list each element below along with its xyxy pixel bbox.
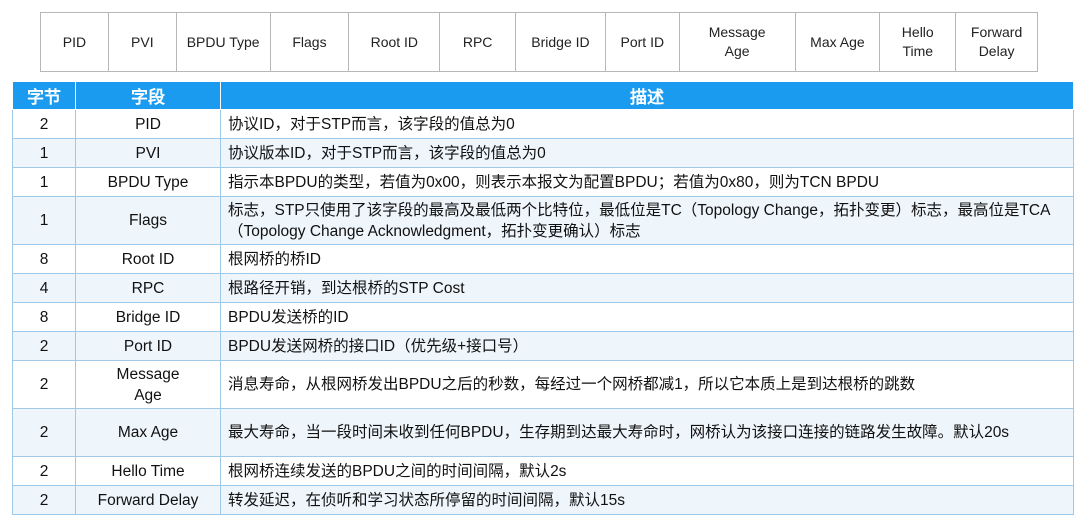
cell-description: 转发延迟，在侦听和学习状态所停留的时间间隔，默认15s: [220, 485, 1074, 515]
strip-field-flags: Flags: [271, 13, 350, 71]
cell-bytes: 1: [12, 138, 76, 168]
cell-description: 根网桥的桥ID: [220, 244, 1074, 274]
table-row: 2 Hello Time 根网桥连续发送的BPDU之间的时间间隔，默认2s: [12, 456, 1074, 486]
cell-field: Hello Time: [75, 456, 221, 486]
cell-description: 最大寿命，当一段时间未收到任何BPDU，生存期到达最大寿命时，网桥认为该接口连接…: [220, 408, 1074, 457]
cell-field: Bridge ID: [75, 302, 221, 332]
table-header-row: 字节 字段 描述: [12, 81, 1074, 110]
header-bytes: 字节: [12, 81, 76, 110]
cell-field: Message Age: [75, 360, 221, 409]
strip-field-forward-delay: Forward Delay: [970, 24, 1023, 59]
cell-bytes: 4: [12, 273, 76, 303]
cell-field: PVI: [75, 138, 221, 168]
table-row: 1 BPDU Type 指示本BPDU的类型，若值为0x00，则表示本报文为配置…: [12, 167, 1074, 197]
cell-description: 指示本BPDU的类型，若值为0x00，则表示本报文为配置BPDU；若值为0x80…: [220, 167, 1074, 197]
strip-field-bpdu-type: BPDU Type: [177, 13, 271, 71]
cell-field: Max Age: [75, 408, 221, 457]
cell-description: 根路径开销，到达根桥的STP Cost: [220, 273, 1074, 303]
cell-description: 标志，STP只使用了该字段的最高及最低两个比特位，最低位是TC（Topology…: [220, 196, 1074, 245]
strip-field-root-id: Root ID: [349, 13, 441, 71]
table-row: 4 RPC 根路径开销，到达根桥的STP Cost: [12, 273, 1074, 303]
table-row: 2 Forward Delay 转发延迟，在侦听和学习状态所停留的时间间隔，默认…: [12, 485, 1074, 515]
cell-bytes: 2: [12, 331, 76, 361]
table-row: 2 Max Age 最大寿命，当一段时间未收到任何BPDU，生存期到达最大寿命时…: [12, 408, 1074, 457]
cell-field: RPC: [75, 273, 221, 303]
strip-field-max-age: Max Age: [796, 13, 881, 71]
cell-description: BPDU发送桥的ID: [220, 302, 1074, 332]
table-row: 1 Flags 标志，STP只使用了该字段的最高及最低两个比特位，最低位是TC（…: [12, 196, 1074, 245]
cell-bytes: 8: [12, 244, 76, 274]
cell-bytes: 2: [12, 408, 76, 457]
bpdu-field-strip: PID PVI BPDU Type Flags Root ID RPC Brid…: [40, 12, 1038, 72]
strip-field-rpc: RPC: [440, 13, 517, 71]
cell-field: Flags: [75, 196, 221, 245]
strip-field-pvi: PVI: [109, 13, 177, 71]
cell-bytes: 2: [12, 485, 76, 515]
cell-field: BPDU Type: [75, 167, 221, 197]
cell-bytes: 8: [12, 302, 76, 332]
cell-description: BPDU发送网桥的接口ID（优先级+接口号）: [220, 331, 1074, 361]
cell-field: Forward Delay: [75, 485, 221, 515]
table-row: 2 PID 协议ID，对于STP而言，该字段的值总为0: [12, 109, 1074, 139]
cell-description: 消息寿命，从根网桥发出BPDU之后的秒数，每经过一个网桥都减1，所以它本质上是到…: [220, 360, 1074, 409]
table-row: 8 Bridge ID BPDU发送桥的ID: [12, 302, 1074, 332]
cell-description: 协议ID，对于STP而言，该字段的值总为0: [220, 109, 1074, 139]
cell-field: PID: [75, 109, 221, 139]
table-row: 8 Root ID 根网桥的桥ID: [12, 244, 1074, 274]
table-row: 2 Message Age 消息寿命，从根网桥发出BPDU之后的秒数，每经过一个…: [12, 360, 1074, 409]
header-description: 描述: [220, 81, 1074, 110]
bpdu-field-table: 字节 字段 描述 2 PID 协议ID，对于STP而言，该字段的值总为0 1 P…: [12, 81, 1074, 515]
table-row: 1 PVI 协议版本ID，对于STP而言，该字段的值总为0: [12, 138, 1074, 168]
strip-field-hello-time: Hello Time: [880, 13, 957, 71]
header-field: 字段: [75, 81, 221, 110]
strip-field-port-id: Port ID: [606, 13, 680, 71]
strip-field-message-age: Message Age: [680, 13, 796, 71]
strip-field-bridge-id: Bridge ID: [516, 13, 606, 71]
cell-bytes: 2: [12, 109, 76, 139]
cell-field: Root ID: [75, 244, 221, 274]
cell-bytes: 1: [12, 196, 76, 245]
cell-bytes: 1: [12, 167, 76, 197]
table-row: 2 Port ID BPDU发送网桥的接口ID（优先级+接口号）: [12, 331, 1074, 361]
cell-description: 根网桥连续发送的BPDU之间的时间间隔，默认2s: [220, 456, 1074, 486]
cell-field: Port ID: [75, 331, 221, 361]
cell-bytes: 2: [12, 456, 76, 486]
cell-bytes: 2: [12, 360, 76, 409]
cell-description: 协议版本ID，对于STP而言，该字段的值总为0: [220, 138, 1074, 168]
strip-field-pid: PID: [41, 13, 109, 71]
